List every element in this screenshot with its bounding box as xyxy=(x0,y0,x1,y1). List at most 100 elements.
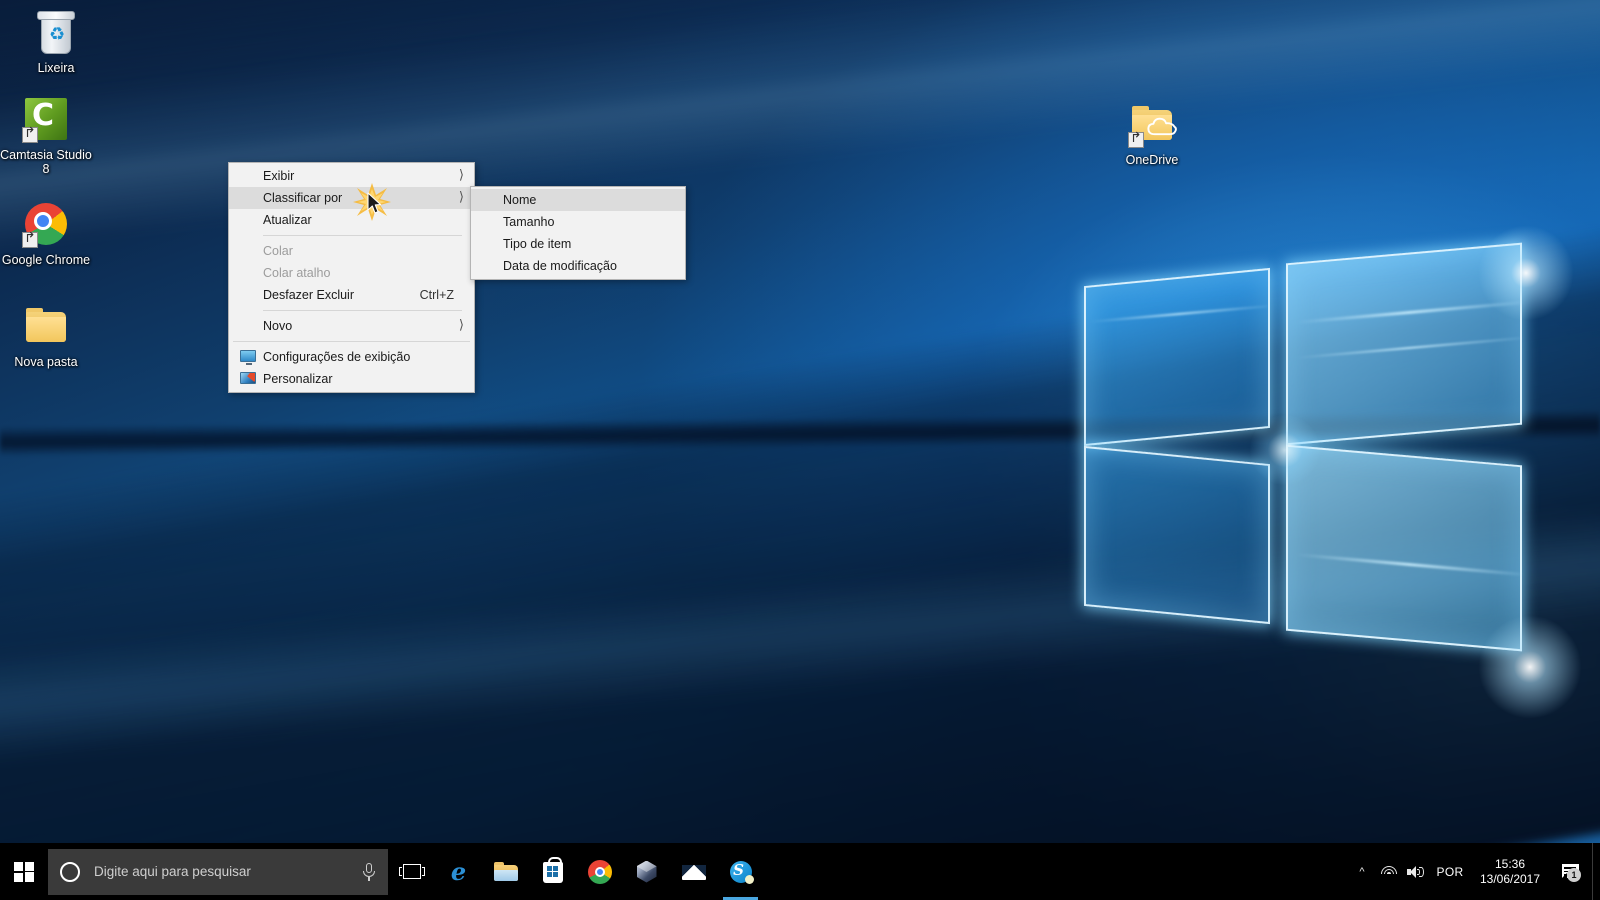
system-tray[interactable]: ^ POR 15:36 13/06/2017 1 xyxy=(1348,843,1600,900)
desktop-icon-label: Lixeira xyxy=(37,61,75,75)
desktop-icon-label: Camtasia Studio 8 xyxy=(0,148,92,176)
submenu-item-tipo-de-item[interactable]: Tipo de item xyxy=(471,233,685,255)
taskbar-app-mail[interactable] xyxy=(670,843,717,900)
menu-item-label: Personalizar xyxy=(263,372,333,386)
language-indicator[interactable]: POR xyxy=(1430,843,1470,900)
menu-item-label: Tipo de item xyxy=(503,237,572,251)
windows-logo-icon xyxy=(14,861,34,882)
menu-item-label: Atualizar xyxy=(263,213,312,227)
menu-item-label: Tamanho xyxy=(503,215,555,229)
taskbar-app-virtualbox[interactable] xyxy=(623,843,670,900)
folder-icon xyxy=(22,302,70,350)
wallpaper-window-graphic xyxy=(1060,215,1600,719)
taskbar-app-microsoft-edge[interactable]: e xyxy=(435,843,482,900)
menu-separator xyxy=(263,235,462,236)
desktop-icon-camtasia-studio-8[interactable]: C Camtasia Studio 8 xyxy=(0,95,92,176)
network-button[interactable] xyxy=(1376,843,1402,900)
desktop-icon-nova-pasta[interactable]: Nova pasta xyxy=(0,302,92,369)
recycle-bin-icon: ♻ xyxy=(32,8,80,56)
menu-item-label: Classificar por xyxy=(263,191,343,205)
onedrive-folder-icon xyxy=(1128,100,1177,148)
chevron-right-icon: ⟩ xyxy=(458,318,464,333)
submenu-item-tamanho[interactable]: Tamanho xyxy=(471,211,685,233)
menu-item-label: Novo xyxy=(263,319,293,333)
taskbar-task-view-button[interactable] xyxy=(388,843,435,900)
menu-item-label: Exibir xyxy=(263,169,295,183)
taskbar[interactable]: Digite aqui para pesquisar e S ^ POR 15:… xyxy=(0,843,1600,900)
window-light-flare xyxy=(1478,225,1574,321)
context-menu-item-personalizar[interactable]: Personalizar xyxy=(229,368,474,390)
taskbar-app-skype[interactable]: S xyxy=(717,843,764,900)
cloud-icon xyxy=(1147,117,1177,136)
submenu-item-nome[interactable]: Nome xyxy=(471,189,685,211)
menu-item-label: Nome xyxy=(503,193,537,207)
classificar-por-submenu[interactable]: Nome Tamanho Tipo de item Data de modifi… xyxy=(470,186,686,280)
search-input[interactable]: Digite aqui para pesquisar xyxy=(48,848,388,895)
shortcut-overlay-icon xyxy=(1128,132,1144,148)
display-settings-icon xyxy=(240,350,256,365)
skype-icon: S xyxy=(728,859,754,885)
shortcut-overlay-icon xyxy=(22,127,38,143)
window-light-flare xyxy=(1250,415,1320,485)
notification-count-badge: 1 xyxy=(1567,868,1581,882)
context-menu-item-colar: Colar xyxy=(229,240,474,262)
wifi-icon xyxy=(1381,865,1398,878)
clock-date: 13/06/2017 xyxy=(1479,871,1541,886)
mail-icon xyxy=(681,859,707,885)
desktop[interactable]: ♻ Lixeira C Camtasia Studio 8 Google Chr… xyxy=(0,0,1600,900)
menu-separator xyxy=(263,310,462,311)
cortana-circle-icon xyxy=(60,861,80,882)
personalize-icon xyxy=(240,372,256,386)
window-pane-top-left xyxy=(1084,267,1270,447)
chevron-right-icon: ⟩ xyxy=(458,168,464,183)
desktop-icon-label: Google Chrome xyxy=(1,253,91,267)
menu-item-label: Desfazer Excluir xyxy=(263,288,354,302)
desktop-icon-onedrive[interactable]: OneDrive xyxy=(1106,100,1198,167)
taskbar-app-microsoft-store[interactable] xyxy=(529,843,576,900)
taskbar-app-google-chrome[interactable] xyxy=(576,843,623,900)
chrome-icon xyxy=(22,200,70,248)
language-code: POR xyxy=(1436,864,1464,879)
desktop-icon-google-chrome[interactable]: Google Chrome xyxy=(0,200,92,267)
taskbar-app-file-explorer[interactable] xyxy=(482,843,529,900)
menu-item-label: Data de modificação xyxy=(503,259,617,273)
chrome-icon xyxy=(587,859,613,885)
submenu-item-data-de-modificacao[interactable]: Data de modificação xyxy=(471,255,685,277)
virtualbox-icon xyxy=(634,859,660,885)
menu-item-label: Colar xyxy=(263,244,293,258)
menu-separator xyxy=(233,341,470,342)
show-desktop-button[interactable] xyxy=(1592,843,1600,900)
action-center-icon: 1 xyxy=(1562,864,1581,882)
window-pane-bottom-left xyxy=(1084,445,1270,625)
context-menu-item-configuracoes-de-exibicao[interactable]: Configurações de exibição xyxy=(229,346,474,368)
shortcut-overlay-icon xyxy=(22,232,38,248)
search-placeholder: Digite aqui para pesquisar xyxy=(94,864,251,879)
chevron-right-icon: ⟩ xyxy=(458,190,464,205)
clock-time: 15:36 xyxy=(1494,856,1526,871)
edge-icon: e xyxy=(450,856,467,886)
file-explorer-icon xyxy=(493,859,519,885)
mouse-pointer-icon xyxy=(367,192,382,214)
window-light-flare xyxy=(1478,615,1582,719)
desktop-icon-label: OneDrive xyxy=(1125,153,1179,167)
context-menu-item-colar-atalho: Colar atalho xyxy=(229,262,474,284)
context-menu-item-desfazer-excluir[interactable]: Desfazer Excluir Ctrl+Z xyxy=(229,284,474,306)
chevron-up-icon: ^ xyxy=(1359,865,1365,878)
clock[interactable]: 15:36 13/06/2017 xyxy=(1470,843,1550,900)
camtasia-icon: C xyxy=(22,95,70,143)
start-button[interactable] xyxy=(0,843,48,900)
volume-button[interactable] xyxy=(1402,843,1430,900)
volume-icon xyxy=(1407,865,1425,879)
menu-item-label: Colar atalho xyxy=(263,266,331,280)
task-view-icon xyxy=(398,859,425,885)
desktop-icon-label: Nova pasta xyxy=(14,355,78,369)
store-icon xyxy=(540,856,566,885)
context-menu-item-novo[interactable]: Novo ⟩ xyxy=(229,315,474,337)
show-hidden-icons-button[interactable]: ^ xyxy=(1348,843,1376,900)
window-pane-bottom-right xyxy=(1286,444,1522,652)
desktop-icon-lixeira[interactable]: ♻ Lixeira xyxy=(10,8,102,75)
microphone-icon[interactable] xyxy=(362,862,376,881)
menu-item-shortcut: Ctrl+Z xyxy=(419,288,454,302)
menu-item-label: Configurações de exibição xyxy=(263,350,411,364)
action-center-button[interactable]: 1 xyxy=(1550,843,1592,900)
